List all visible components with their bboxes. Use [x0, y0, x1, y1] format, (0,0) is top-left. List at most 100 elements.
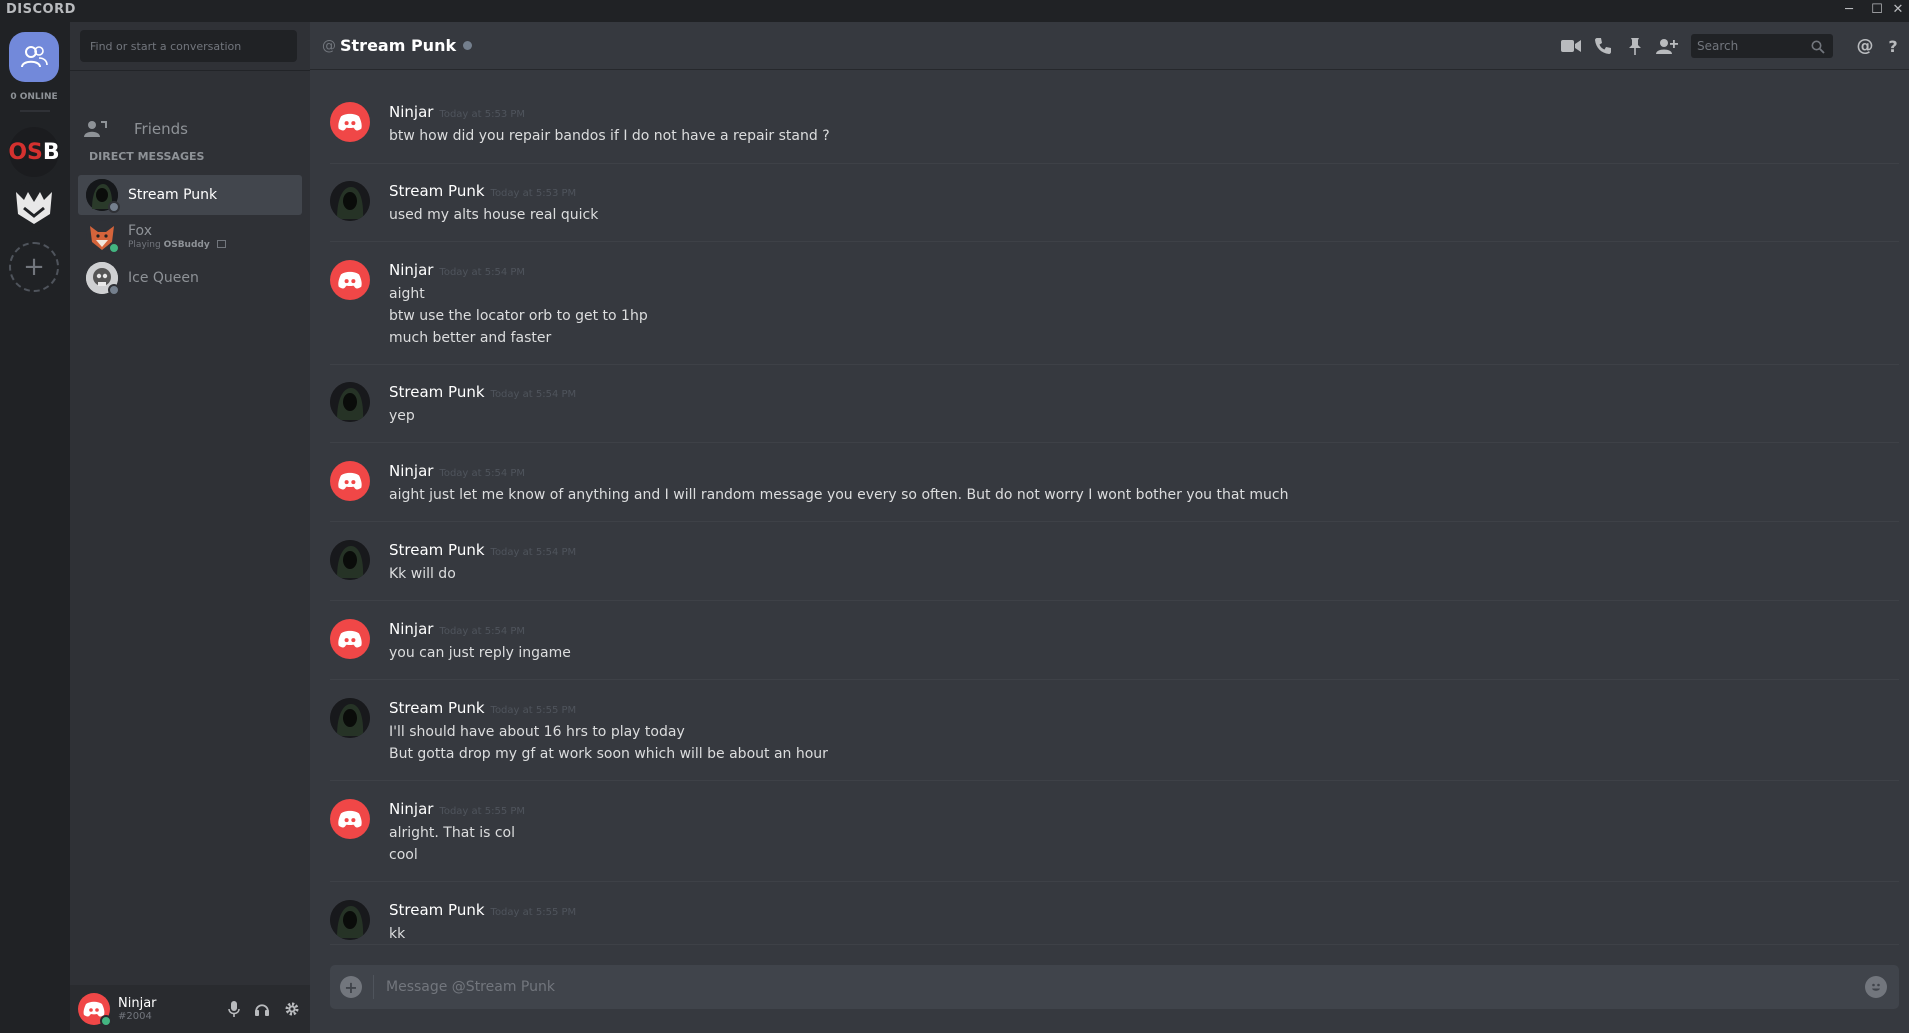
message-group: Ninjar Today at 5:54 PM aight btw use the… — [330, 260, 1899, 349]
dm-item-ice-queen[interactable]: Ice Queen — [78, 258, 302, 298]
avatar — [86, 179, 120, 213]
crest-icon — [16, 192, 52, 224]
avatar[interactable] — [330, 260, 370, 300]
avatar[interactable] — [330, 698, 370, 738]
message-author[interactable]: Ninjar — [389, 102, 433, 122]
hooded-avatar-icon — [330, 900, 370, 940]
osb-logo-os: OS — [8, 139, 43, 165]
help-icon[interactable]: ? — [1881, 34, 1905, 58]
osb-logo-b: B — [42, 139, 60, 165]
message-author[interactable]: Stream Punk — [389, 900, 485, 920]
discord-logo-icon — [83, 1001, 105, 1017]
message-author[interactable]: Ninjar — [389, 619, 433, 639]
message-divider — [330, 600, 1899, 601]
avatar[interactable] — [330, 900, 370, 940]
emoji-picker-icon[interactable] — [1865, 976, 1887, 998]
message-timestamp: Today at 5:54 PM — [439, 267, 526, 278]
avatar[interactable] — [330, 540, 370, 580]
add-friend-icon[interactable] — [1651, 34, 1683, 58]
video-call-icon[interactable] — [1555, 34, 1587, 58]
dm-item-label: Ice Queen — [128, 270, 199, 286]
message-author[interactable]: Ninjar — [389, 461, 433, 481]
voice-call-icon[interactable] — [1587, 34, 1619, 58]
message-group: Stream Punk Today at 5:55 PM I'll should … — [330, 698, 1899, 765]
close-button[interactable]: ✕ — [1887, 2, 1909, 20]
status-dot — [108, 284, 120, 296]
friends-nav-item[interactable]: Friends — [80, 108, 300, 150]
message-text: aight just let me know of anything and I… — [389, 487, 1289, 503]
avatar[interactable] — [78, 993, 112, 1027]
discord-logo-icon — [338, 271, 362, 289]
dm-sidebar: Friends DIRECT MESSAGES Stream Punk — [70, 22, 310, 1033]
upload-plus-icon[interactable]: + — [340, 976, 362, 998]
avatar[interactable] — [330, 102, 370, 142]
guild-osb[interactable]: OS B — [8, 127, 60, 177]
hooded-avatar-icon — [330, 382, 370, 422]
status-dot — [100, 1015, 112, 1027]
message-author[interactable]: Ninjar — [389, 260, 433, 280]
avatar[interactable] — [330, 382, 370, 422]
microphone-icon[interactable] — [228, 1001, 240, 1021]
at-symbol-icon: @ — [322, 37, 336, 54]
headphones-icon[interactable] — [254, 1001, 270, 1021]
maximize-button[interactable]: ☐ — [1866, 2, 1888, 20]
message-timestamp: Today at 5:55 PM — [490, 705, 577, 716]
friends-label: Friends — [134, 120, 188, 138]
settings-gear-icon[interactable] — [284, 1001, 300, 1021]
message-text: you can just reply ingame — [389, 645, 571, 661]
status-dot — [463, 41, 473, 50]
status-dot — [108, 201, 120, 213]
dm-item-fox[interactable]: Fox Playing OSBuddy — [78, 216, 302, 256]
dm-item-stream-punk[interactable]: Stream Punk — [78, 175, 302, 215]
app-brand: DISCORD — [6, 2, 76, 17]
discriminator: #2004 — [118, 1011, 152, 1022]
add-server-button[interactable]: + — [9, 242, 59, 292]
online-count: 0 ONLINE — [10, 92, 58, 102]
message-text: I'll should have about 16 hrs to play to… — [389, 724, 685, 740]
pin-icon[interactable] — [1619, 34, 1651, 58]
message-text: But gotta drop my gf at work soon which … — [389, 746, 828, 762]
message-timestamp: Today at 5:55 PM — [490, 907, 577, 918]
friends-wave-icon — [84, 120, 114, 138]
minimize-button[interactable]: ─ — [1838, 2, 1860, 20]
message-author[interactable]: Stream Punk — [389, 382, 485, 402]
discord-logo-icon — [338, 113, 362, 131]
avatar[interactable] — [330, 619, 370, 659]
direct-messages-header: DIRECT MESSAGES — [89, 150, 205, 163]
home-dm-button[interactable] — [9, 32, 59, 82]
message-author[interactable]: Stream Punk — [389, 181, 485, 201]
avatar — [86, 220, 120, 254]
message-group: Stream Punk Today at 5:54 PM yep — [330, 382, 1899, 427]
hooded-avatar-icon — [330, 181, 370, 221]
avatar[interactable] — [330, 181, 370, 221]
hooded-avatar-icon — [330, 540, 370, 580]
message-author[interactable]: Stream Punk — [389, 540, 485, 560]
message-text: much better and faster — [389, 330, 552, 346]
message-timestamp: Today at 5:54 PM — [439, 626, 526, 637]
message-divider — [330, 241, 1899, 242]
avatar[interactable] — [330, 799, 370, 839]
message-list: Ninjar Today at 5:53 PM btw how did you r… — [310, 70, 1909, 945]
message-input[interactable] — [374, 979, 1865, 995]
discord-logo-icon — [338, 630, 362, 648]
message-author[interactable]: Stream Punk — [389, 698, 485, 718]
message-text: alright. That is col — [389, 825, 515, 841]
avatar[interactable] — [330, 461, 370, 501]
message-text: used my alts house real quick — [389, 207, 599, 223]
channel-title: Stream Punk — [340, 36, 457, 55]
message-group: Stream Punk Today at 5:53 PM used my alts… — [330, 181, 1899, 226]
message-group: Ninjar Today at 5:54 PM aight just let me… — [330, 461, 1899, 506]
message-timestamp: Today at 5:54 PM — [490, 547, 577, 558]
message-divider — [330, 521, 1899, 522]
message-group: Ninjar Today at 5:54 PM you can just repl… — [330, 619, 1899, 664]
find-conversation-input[interactable] — [80, 30, 297, 62]
message-divider — [330, 364, 1899, 365]
user-panel: Ninjar #2004 — [70, 985, 310, 1033]
message-author[interactable]: Ninjar — [389, 799, 433, 819]
friends-icon — [21, 46, 48, 68]
guild-crest[interactable] — [9, 182, 59, 232]
message-text: btw how did you repair bandos if I do no… — [389, 128, 830, 144]
username: Ninjar — [118, 996, 157, 1011]
guild-separator — [20, 110, 50, 112]
mentions-icon[interactable]: @ — [1849, 34, 1881, 58]
